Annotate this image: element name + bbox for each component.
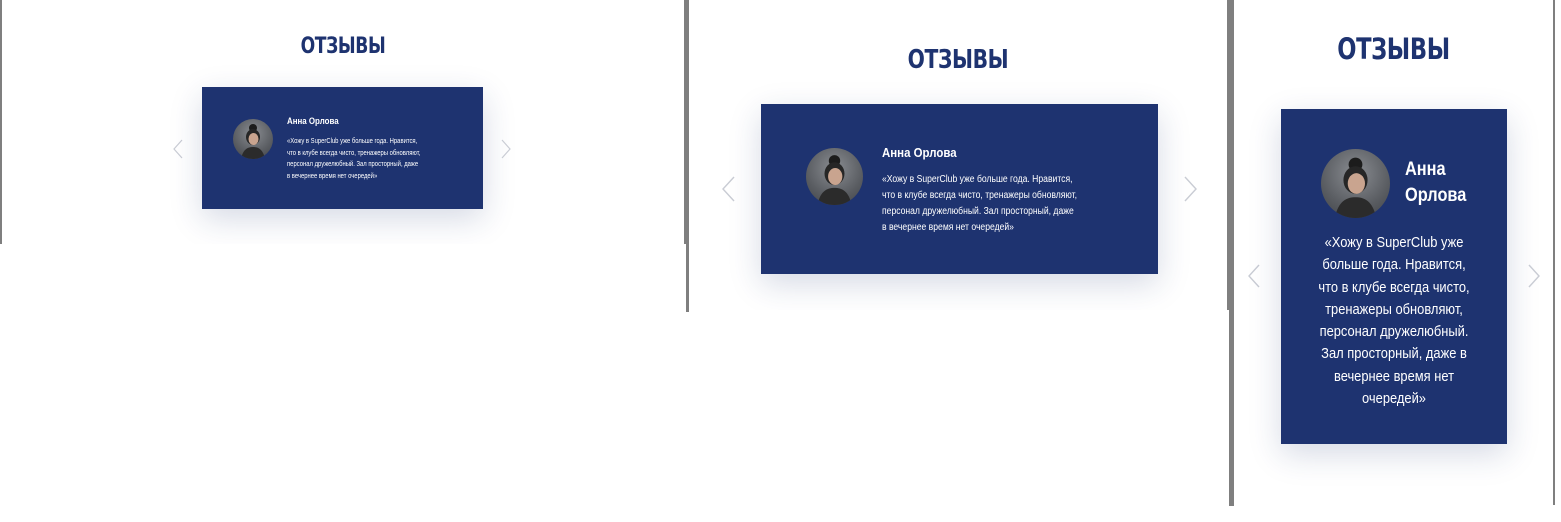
reviewer-avatar xyxy=(233,119,273,159)
quote-line: Зал просторный, даже в xyxy=(1321,345,1467,363)
quote-line: «Хожу в SuperClub уже больше года. Нрави… xyxy=(882,174,1073,185)
quote-line: персонал дружелюбный. Зал просторный, да… xyxy=(882,206,1074,217)
quote-line: в вечернее время нет очередей» xyxy=(287,172,378,180)
quote-line: что в клубе всегда чисто, xyxy=(1318,278,1470,296)
review-card: Анна Орлова «Хожу в SuperClub уже больше… xyxy=(202,87,483,209)
review-card: Анна Орлова «Хожу в SuperClub уже больше… xyxy=(1281,109,1507,444)
reviews-section-desktop: ОТЗЫВЫ Анна Орлова «Хожу в SuperClub уже… xyxy=(2,0,684,244)
reviewer-avatar xyxy=(1321,149,1390,218)
reviewer-avatar xyxy=(806,148,863,205)
quote-line: в вечернее время нет очередей» xyxy=(882,222,1014,233)
quote-line: тренажеры обновляют, xyxy=(1325,300,1463,318)
reviews-section-mobile: ОТЗЫВЫ Анна Орлова «Хожу в SuperClub уже… xyxy=(1234,0,1553,505)
quote-line: очередей» xyxy=(1362,390,1426,408)
quote-line: что в клубе всегда чисто, тренажеры обно… xyxy=(882,190,1078,201)
reviewer-name: Анна Орлова xyxy=(1405,157,1466,209)
next-arrow-button[interactable] xyxy=(500,139,512,159)
frame-divider xyxy=(1227,0,1234,310)
chevron-left-icon xyxy=(173,139,183,159)
quote-line: «Хожу в SuperClub уже больше года. Нрави… xyxy=(287,138,418,145)
review-quote: «Хожу в SuperClub уже больше года. Нрави… xyxy=(287,136,420,182)
chevron-left-icon xyxy=(722,176,735,202)
review-quote: «Хожу в SuperClub уже больше года. Нрави… xyxy=(1281,232,1507,410)
section-title: ОТЗЫВЫ xyxy=(907,45,1009,75)
review-card: Анна Орлова «Хожу в SuperClub уже больше… xyxy=(761,104,1158,274)
chevron-left-icon xyxy=(1248,264,1260,288)
quote-line: «Хожу в SuperClub уже xyxy=(1324,234,1464,251)
reviewer-name: Анна Орлова xyxy=(287,116,339,126)
quote-line: персонал дружелюбный. xyxy=(1319,323,1469,341)
review-quote: «Хожу в SuperClub уже больше года. Нрави… xyxy=(882,172,1077,236)
reviewer-name: Анна Орлова xyxy=(882,145,957,160)
next-arrow-button[interactable] xyxy=(1527,264,1541,288)
prev-arrow-button[interactable] xyxy=(721,176,736,202)
chevron-right-icon xyxy=(1528,264,1540,288)
reviewer-first-name: Анна xyxy=(1405,159,1446,180)
quote-line: что в клубе всегда чисто, тренажеры обно… xyxy=(287,149,421,157)
quote-line: вечернее время нет xyxy=(1333,367,1454,385)
prev-arrow-button[interactable] xyxy=(172,139,184,159)
prev-arrow-button[interactable] xyxy=(1247,264,1261,288)
section-title: ОТЗЫВЫ xyxy=(300,34,386,59)
next-arrow-button[interactable] xyxy=(1183,176,1198,202)
quote-line: персонал дружелюбный. Зал просторный, да… xyxy=(287,161,419,168)
section-title: ОТЗЫВЫ xyxy=(1337,32,1450,66)
chevron-right-icon xyxy=(501,139,511,159)
frame-divider xyxy=(1553,0,1555,505)
reviewer-last-name: Орлова xyxy=(1405,185,1467,206)
chevron-right-icon xyxy=(1184,176,1197,202)
quote-line: больше года. Нравится, xyxy=(1322,256,1466,274)
reviews-section-tablet: ОТЗЫВЫ Анна Орлова «Хожу в SuperClub уже… xyxy=(689,0,1227,310)
